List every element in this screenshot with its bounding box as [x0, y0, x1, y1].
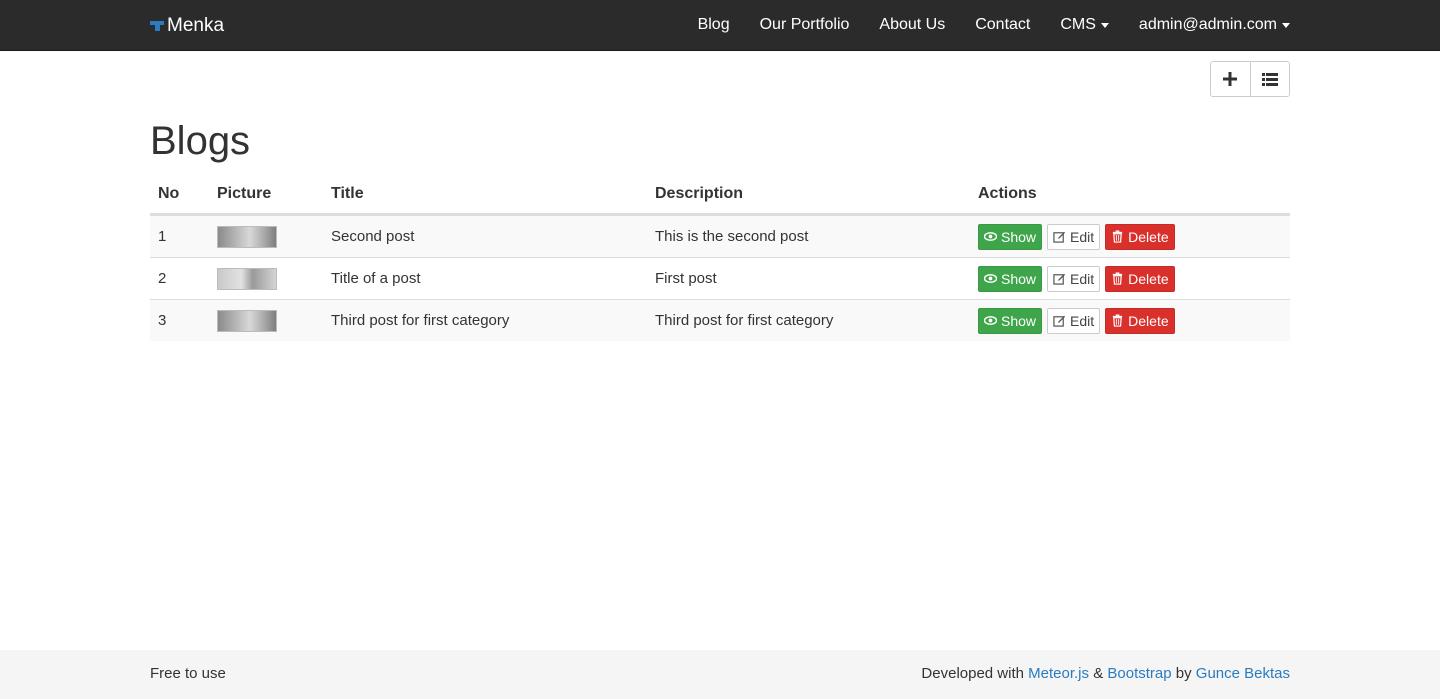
eye-icon	[984, 232, 997, 241]
brand-link[interactable]: Menka	[150, 13, 224, 39]
row-title: Title of a post	[331, 270, 421, 287]
header-picture: Picture	[217, 184, 272, 202]
header-title: Title	[331, 184, 364, 202]
page-title: Blogs	[150, 119, 251, 163]
show-button[interactable]: Show	[978, 307, 1043, 334]
row-description: Third post for first category	[655, 312, 834, 329]
footer-credits: Developed with Meteor.js & Bootstrap by …	[921, 665, 1290, 682]
delete-button[interactable]: Delete	[1105, 307, 1175, 334]
footer-by: by	[1175, 665, 1192, 682]
edit-icon	[1053, 273, 1066, 285]
row-no: 1	[158, 228, 167, 245]
add-button[interactable]	[1211, 62, 1250, 96]
show-label: Show	[1001, 312, 1037, 329]
row-no: 3	[158, 312, 167, 329]
row-title: Third post for first category	[331, 312, 510, 329]
cms-dropdown[interactable]: CMS	[1045, 0, 1124, 50]
edit-label: Edit	[1070, 270, 1095, 287]
show-label: Show	[1001, 270, 1037, 287]
eye-icon	[984, 274, 997, 283]
header-no: No	[158, 184, 180, 202]
delete-label: Delete	[1128, 228, 1169, 245]
blogs-table: No Picture Title Description Actions 1 S…	[150, 174, 1290, 341]
edit-button[interactable]: Edit	[1047, 307, 1101, 334]
edit-button[interactable]: Edit	[1047, 265, 1101, 292]
toolbar	[1210, 61, 1290, 97]
user-dropdown[interactable]: admin@admin.com	[1124, 0, 1290, 50]
caret-down-icon	[1282, 22, 1290, 28]
edit-button[interactable]: Edit	[1047, 223, 1101, 250]
delete-label: Delete	[1128, 270, 1169, 287]
row-actions: Show Edit Delete	[978, 307, 1290, 334]
show-button[interactable]: Show	[978, 265, 1043, 292]
footer-developed-with: Developed with	[921, 665, 1024, 682]
table-row: 1 Second post This is the second post Sh…	[150, 215, 1290, 257]
user-label: admin@admin.com	[1138, 16, 1277, 33]
list-button[interactable]	[1249, 62, 1289, 96]
edit-icon	[1053, 231, 1066, 243]
trash-icon	[1113, 314, 1123, 327]
trash-icon	[1113, 230, 1123, 243]
trash-icon	[1113, 272, 1123, 285]
nav-links: Blog Our Portfolio About Us Contact CMS …	[683, 0, 1290, 50]
table-header: No Picture Title Description Actions	[150, 174, 1290, 215]
post-thumbnail	[217, 225, 277, 248]
bootstrap-link[interactable]: Bootstrap	[1107, 665, 1171, 682]
plus-icon	[1223, 72, 1238, 86]
row-picture	[217, 309, 331, 332]
post-thumbnail	[217, 309, 277, 332]
caret-down-icon	[1100, 22, 1109, 28]
list-icon	[1261, 72, 1278, 86]
table-row: 3 Third post for first category Third po…	[150, 299, 1290, 341]
brand-name: Menka	[167, 15, 225, 36]
row-actions: Show Edit Delete	[978, 265, 1290, 292]
delete-button[interactable]: Delete	[1105, 223, 1175, 250]
eye-icon	[984, 316, 997, 325]
row-title: Second post	[331, 228, 415, 245]
nav-link-portfolio[interactable]: Our Portfolio	[745, 0, 865, 50]
row-picture	[217, 225, 331, 248]
delete-button[interactable]: Delete	[1105, 265, 1175, 292]
row-actions: Show Edit Delete	[978, 223, 1290, 250]
edit-icon	[1053, 315, 1066, 327]
meteor-link[interactable]: Meteor.js	[1028, 665, 1089, 682]
brand-logo-icon	[150, 21, 164, 31]
table-row: 2 Title of a post First post Show Edit D…	[150, 257, 1290, 299]
row-description: This is the second post	[655, 228, 809, 245]
footer-amp: &	[1093, 665, 1104, 682]
nav-link-contact[interactable]: Contact	[960, 0, 1045, 50]
show-button[interactable]: Show	[978, 223, 1043, 250]
delete-label: Delete	[1128, 312, 1169, 329]
show-label: Show	[1001, 228, 1037, 245]
footer: Free to use Developed with Meteor.js & B…	[0, 650, 1440, 699]
cms-label: CMS	[1060, 16, 1096, 33]
nav-link-about[interactable]: About Us	[864, 0, 960, 50]
row-picture	[217, 267, 331, 290]
edit-label: Edit	[1070, 312, 1095, 329]
nav-link-blog[interactable]: Blog	[683, 0, 745, 50]
header-description: Description	[655, 184, 744, 202]
navbar: Menka Blog Our Portfolio About Us Contac…	[0, 0, 1440, 51]
post-thumbnail	[217, 267, 277, 290]
row-description: First post	[655, 270, 717, 287]
footer-license: Free to use	[150, 665, 226, 682]
row-no: 2	[158, 270, 167, 287]
author-link[interactable]: Gunce Bektas	[1196, 665, 1290, 682]
edit-label: Edit	[1070, 228, 1095, 245]
header-actions: Actions	[978, 184, 1037, 202]
